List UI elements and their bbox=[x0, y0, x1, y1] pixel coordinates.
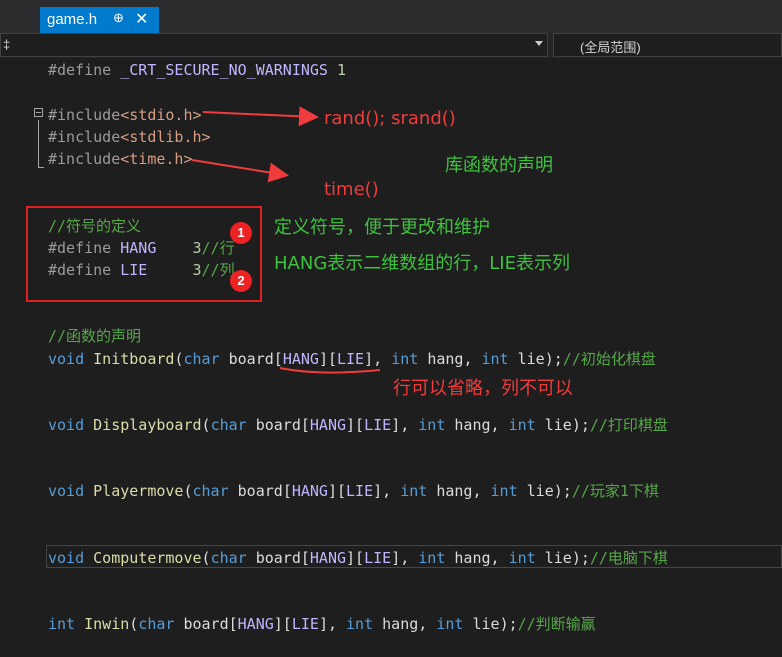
underline-hang-lie bbox=[279, 367, 381, 374]
annotation-rand: rand(); srand() bbox=[324, 108, 456, 129]
arrow-stdio bbox=[202, 106, 319, 127]
annotation-time: time() bbox=[324, 179, 379, 200]
annotation-arrows bbox=[191, 106, 381, 374]
annotation-hang-lie-note: HANG表示二维数组的行，LIE表示列 bbox=[274, 253, 570, 274]
annotation-omit-note: 行可以省略，列不可以 bbox=[393, 378, 573, 399]
arrow-time bbox=[191, 159, 289, 183]
annotation-define-note: 定义符号，便于更改和维护 bbox=[274, 217, 490, 238]
annotation-lib-decl: 库函数的声明 bbox=[445, 155, 553, 176]
